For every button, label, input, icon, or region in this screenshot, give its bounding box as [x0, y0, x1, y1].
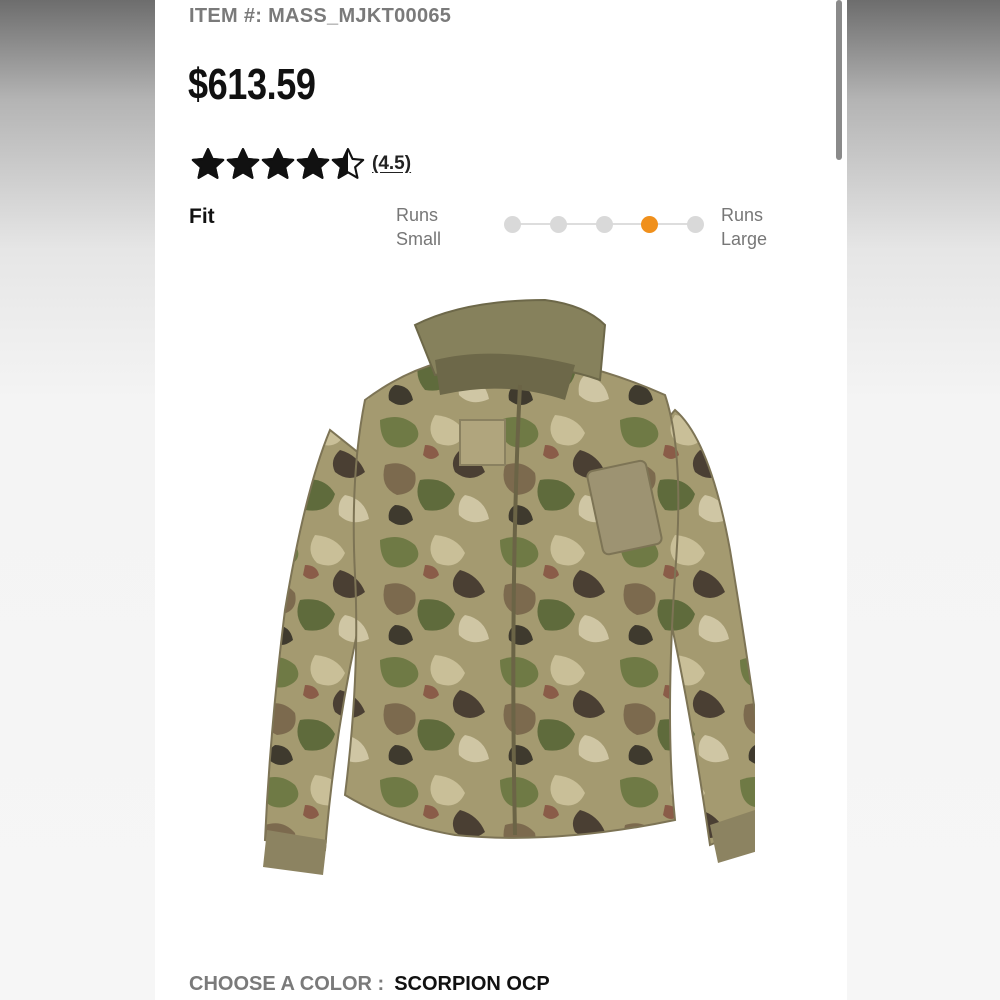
fit-scale: [504, 212, 704, 236]
fit-scale-dot: [549, 216, 567, 233]
price: $613.59: [188, 60, 316, 109]
fit-label: Fit: [189, 205, 215, 228]
star-full-icon: [261, 148, 295, 179]
item-number: ITEM #: MASS_MJKT00065: [189, 5, 452, 27]
left-background: [0, 0, 155, 1000]
product-detail-card: ITEM #: MASS_MJKT00065 $613.59 (4.5) Fit…: [155, 0, 847, 1000]
fit-scale-dot: [504, 216, 521, 233]
fit-max-label: Runs Large: [721, 203, 767, 251]
fit-min-label: Runs Small: [396, 203, 441, 251]
color-selector[interactable]: CHOOSE A COLOR : SCORPION OCP: [189, 973, 550, 996]
color-label: CHOOSE A COLOR :: [189, 973, 385, 995]
star-full-icon: [191, 148, 225, 179]
fit-min-label-line2: Small: [396, 229, 442, 249]
fit-scale-dot: [687, 216, 704, 233]
color-value: SCORPION OCP: [394, 973, 550, 995]
fit-scale-dot: [595, 216, 613, 233]
star-full-icon: [226, 148, 260, 179]
product-image[interactable]: [255, 290, 778, 890]
rating[interactable]: (4.5): [191, 144, 411, 184]
fit-max-label-line1: Runs: [721, 205, 764, 225]
fit-max-label-line2: Large: [721, 229, 768, 249]
fit-scale-dot: [641, 216, 659, 233]
star-full-icon: [296, 148, 330, 179]
scrollbar-thumb[interactable]: [836, 0, 842, 160]
fit-min-label-line1: Runs: [396, 205, 439, 225]
rating-count-link[interactable]: (4.5): [372, 153, 411, 175]
camouflage-jacket-icon: [263, 298, 778, 875]
rating-stars: [191, 147, 366, 181]
right-background: [847, 0, 1000, 1000]
star-half-icon: [331, 148, 365, 179]
